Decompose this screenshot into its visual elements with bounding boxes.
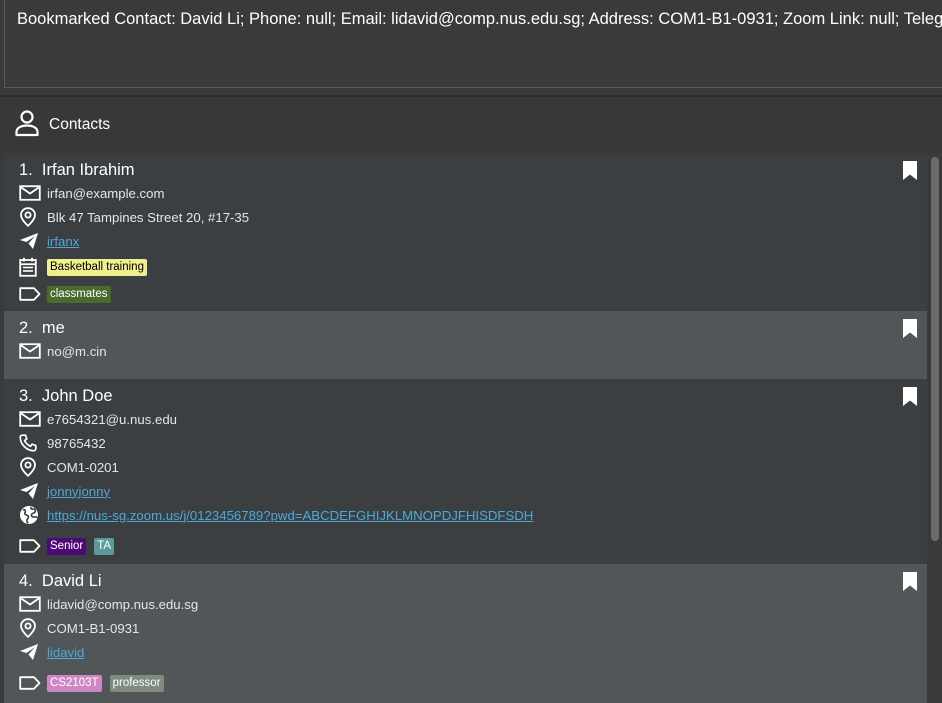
tag-icon (19, 672, 41, 694)
email-text: e7654321@u.nus.edu (47, 411, 177, 427)
telegram-link[interactable]: lidavid (47, 645, 84, 660)
email-text: no@m.cin (47, 343, 107, 359)
location-icon (19, 456, 41, 478)
email-row: e7654321@u.nus.edu (19, 408, 177, 430)
person-icon (14, 109, 40, 137)
email-text: lidavid@comp.nus.edu.sg (47, 596, 199, 612)
address-text: COM1-B1-0931 (47, 620, 140, 636)
zoom-link[interactable]: https://nus-sg.zoom.us/j/0123456789?pwd=… (47, 508, 533, 523)
contact-card[interactable]: 1. Irfan Ibrahim irfan@example.com Blk 47 … (4, 153, 927, 311)
contact-card[interactable]: 4. David Li lidavid@comp.nus.edu.sg COM1-B… (4, 564, 927, 703)
bookmark-icon[interactable] (903, 319, 917, 338)
email-row: irfan@example.com (19, 182, 164, 204)
telegram-row: irfanx (19, 230, 79, 252)
zoom-row: https://nus-sg.zoom.us/j/0123456789?pwd=… (19, 504, 533, 526)
globe-icon (19, 504, 41, 526)
telegram-icon (19, 230, 41, 252)
phone-icon (19, 432, 41, 454)
scrollbar-thumb[interactable] (931, 157, 939, 541)
tag-badge: CS2103T (47, 674, 102, 692)
schedule-badge: Basketball training (47, 258, 147, 276)
contact-name: 3. John Doe (19, 387, 113, 405)
tags-row: CS2103T professor (19, 672, 164, 694)
phone-text: 98765432 (47, 435, 106, 451)
calendar-icon (19, 256, 41, 278)
contact-list-scrollbar[interactable] (928, 153, 942, 703)
telegram-link[interactable]: irfanx (47, 234, 79, 249)
tag-icon (19, 283, 41, 305)
email-icon (19, 408, 41, 430)
address-row: COM1-0201 (19, 456, 119, 478)
contact-card[interactable]: 2. me no@m.cin (4, 311, 927, 379)
location-icon (19, 617, 41, 639)
contact-name: 2. me (19, 319, 65, 337)
address-text: COM1-0201 (47, 459, 119, 475)
schedule-row: Basketball training (19, 256, 147, 278)
email-icon (19, 340, 41, 362)
telegram-row: lidavid (19, 641, 84, 663)
contacts-panel-title: Contacts (49, 116, 111, 133)
address-row: COM1-B1-0931 (19, 617, 139, 639)
tags-row: classmates (19, 283, 111, 305)
contacts-panel-header: Contacts (0, 97, 942, 153)
email-row: lidavid@comp.nus.edu.sg (19, 593, 198, 615)
contact-list[interactable]: 1. Irfan Ibrahim irfan@example.com Blk 47 … (4, 153, 927, 703)
location-icon (19, 206, 41, 228)
tag-badge: classmates (47, 285, 111, 303)
contact-name: 1. Irfan Ibrahim (19, 161, 135, 179)
tag-icon (19, 535, 41, 557)
telegram-icon (19, 641, 41, 663)
bookmark-icon[interactable] (903, 387, 917, 406)
bookmark-icon[interactable] (903, 161, 917, 180)
tag-badge: TA (94, 537, 115, 555)
tag-badge: Senior (47, 537, 87, 555)
address-row: Blk 47 Tampines Street 20, #17-35 (19, 206, 249, 228)
tag-badge: professor (109, 674, 164, 692)
email-icon (19, 182, 41, 204)
tags-row: Senior TA (19, 535, 115, 557)
result-display[interactable]: Bookmarked Contact: David Li; Phone: nul… (4, 0, 942, 88)
telegram-row: jonnyjonny (19, 480, 110, 502)
phone-row: 98765432 (19, 432, 106, 454)
contact-name: 4. David Li (19, 572, 102, 590)
email-row: no@m.cin (19, 340, 107, 362)
telegram-icon (19, 480, 41, 502)
contact-card[interactable]: 3. John Doe e7654321@u.nus.edu 98765432 COM… (4, 379, 927, 564)
email-text: irfan@example.com (47, 185, 165, 201)
email-icon (19, 593, 41, 615)
address-text: Blk 47 Tampines Street 20, #17-35 (47, 209, 250, 225)
result-display-text: Bookmarked Contact: David Li; Phone: nul… (17, 10, 942, 28)
bookmark-icon[interactable] (903, 572, 917, 591)
telegram-link[interactable]: jonnyjonny (47, 484, 110, 499)
